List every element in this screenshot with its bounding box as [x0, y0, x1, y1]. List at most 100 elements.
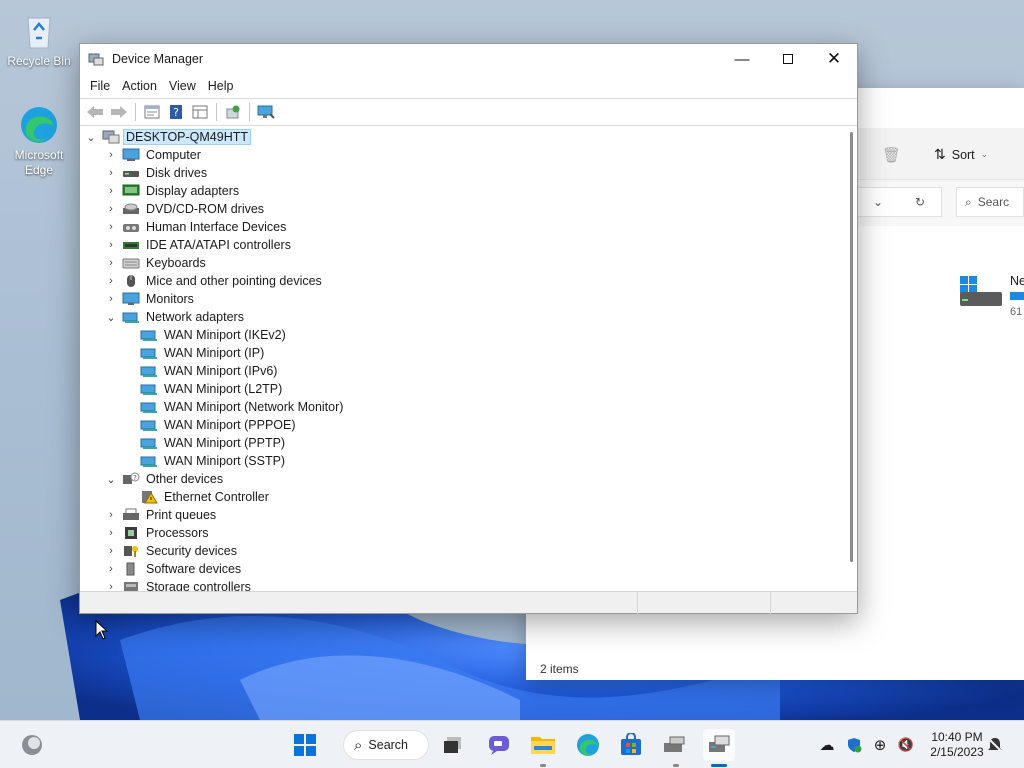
chevron-right-icon[interactable]: › [104, 256, 118, 270]
tree-device-wan-ip[interactable]: WAN Miniport (IP) [140, 344, 266, 362]
taskbar-search[interactable]: ⌕ Search [343, 730, 429, 760]
chevron-right-icon[interactable]: › [104, 202, 118, 216]
tree-device-ethernet-controller[interactable]: Ethernet Controller [140, 488, 271, 506]
menu-view[interactable]: View [163, 77, 202, 95]
tree-category-disk-drives[interactable]: › Disk drives [104, 164, 209, 182]
chat-icon [489, 736, 509, 755]
tree-category-hid[interactable]: › Human Interface Devices [104, 218, 288, 236]
maximize-button[interactable] [765, 44, 811, 74]
tree-category-keyboards[interactable]: › Keyboards [104, 254, 208, 272]
security-shield-icon[interactable] [844, 737, 864, 753]
address-field[interactable]: ⌄ ↻ [856, 187, 942, 217]
sort-button[interactable]: ⇅ Sort ⌄ [934, 146, 988, 163]
clock-date: 2/15/2023 [930, 745, 984, 759]
desktop-icon-edge[interactable]: Microsoft Edge [4, 104, 74, 178]
desktop-icon-recycle-bin[interactable]: Recycle Bin [4, 10, 74, 68]
monitor-icon [122, 292, 140, 305]
network-tool-taskbar-button[interactable] [659, 729, 691, 761]
tree-category-monitors[interactable]: › Monitors [104, 290, 196, 308]
drive-subtitle: 61 [1010, 306, 1023, 318]
security-device-icon [124, 546, 138, 557]
recycle-bin-label: Recycle Bin [7, 54, 71, 68]
menu-action[interactable]: Action [116, 77, 163, 95]
tree-category-storage-controllers[interactable]: › Storage controllers [104, 578, 253, 591]
category-label: DVD/CD-ROM drives [146, 202, 265, 216]
chevron-right-icon[interactable]: › [104, 562, 118, 576]
device-tree[interactable]: ⌄ DESKTOP-QM49HTT › Computer › Disk driv… [80, 127, 857, 591]
device-manager-taskbar-button[interactable] [703, 729, 735, 761]
tree-device-wan-pptp[interactable]: WAN Miniport (PPTP) [140, 434, 287, 452]
properties-button[interactable] [141, 101, 163, 123]
refresh-icon[interactable]: ↻ [915, 195, 925, 209]
start-button[interactable] [289, 729, 321, 761]
volume-muted-icon[interactable]: 🔇 [896, 737, 916, 753]
menu-file[interactable]: File [84, 77, 116, 95]
tree-category-network-adapters[interactable]: ⌄ Network adapters [104, 308, 246, 326]
update-driver-button[interactable] [222, 101, 244, 123]
widgets-button[interactable] [16, 729, 48, 761]
tree-root[interactable]: ⌄ DESKTOP-QM49HTT [84, 128, 252, 146]
onedrive-offline-icon[interactable]: ☁ [816, 736, 838, 754]
menu-help[interactable]: Help [202, 77, 240, 95]
file-explorer-taskbar-button[interactable] [527, 729, 559, 761]
chevron-down-icon[interactable]: ⌄ [873, 195, 883, 209]
explorer-search-input[interactable]: ⌕ Searc [956, 187, 1024, 217]
view-button[interactable] [189, 101, 211, 123]
clock[interactable]: 10:40 PM 2/15/2023 [922, 730, 992, 760]
tree-category-print-queues[interactable]: › Print queues [104, 506, 218, 524]
tree-device-wan-ipv6[interactable]: WAN Miniport (IPv6) [140, 362, 279, 380]
back-button[interactable] [84, 101, 106, 123]
tree-device-wan-network-monitor[interactable]: WAN Miniport (Network Monitor) [140, 398, 345, 416]
chevron-right-icon[interactable]: › [104, 292, 118, 306]
tree-device-wan-l2tp[interactable]: WAN Miniport (L2TP) [140, 380, 284, 398]
minimize-button[interactable]: — [719, 44, 765, 74]
tree-device-wan-sstp[interactable]: WAN Miniport (SSTP) [140, 452, 287, 470]
chevron-down-icon[interactable]: ⌄ [104, 310, 118, 324]
chevron-right-icon[interactable]: › [104, 526, 118, 540]
chevron-right-icon[interactable]: › [104, 238, 118, 252]
chevron-down-icon[interactable]: ⌄ [104, 472, 118, 486]
printer-icon [123, 508, 139, 520]
svg-text:?: ? [133, 474, 137, 482]
chevron-right-icon[interactable]: › [104, 508, 118, 522]
chevron-right-icon[interactable]: › [104, 148, 118, 162]
tree-category-security-devices[interactable]: › Security devices [104, 542, 239, 560]
chevron-right-icon[interactable]: › [104, 184, 118, 198]
tree-category-ide[interactable]: › IDE ATA/ATAPI controllers [104, 236, 293, 254]
tree-category-display-adapters[interactable]: › Display adapters [104, 182, 241, 200]
help-button[interactable]: ? [165, 101, 187, 123]
tree-category-mice[interactable]: › Mice and other pointing devices [104, 272, 324, 290]
chevron-right-icon[interactable]: › [104, 220, 118, 234]
root-label: DESKTOP-QM49HTT [122, 129, 252, 145]
drive-icon [960, 276, 1002, 306]
edge-taskbar-button[interactable] [572, 729, 604, 761]
globe-network-icon[interactable]: ⊕ [870, 736, 890, 754]
teams-chat-button[interactable] [483, 729, 515, 761]
store-taskbar-button[interactable] [615, 729, 647, 761]
tree-category-software-devices[interactable]: › Software devices [104, 560, 243, 578]
chevron-right-icon[interactable]: › [104, 274, 118, 288]
tree-category-other-devices[interactable]: ⌄ ? Other devices [104, 470, 225, 488]
chevron-right-icon[interactable]: › [104, 166, 118, 180]
close-button[interactable]: ✕ [811, 44, 857, 74]
chevron-down-icon[interactable]: ⌄ [84, 130, 98, 144]
explorer-drive-item[interactable]: Ne 61 [958, 274, 1024, 318]
task-view-button[interactable] [437, 729, 469, 761]
tree-category-processors[interactable]: › Processors [104, 524, 211, 542]
tree-device-wan-pppoe[interactable]: WAN Miniport (PPPOE) [140, 416, 298, 434]
tree-category-computer[interactable]: › Computer [104, 146, 203, 164]
tree-category-dvd-drives[interactable]: › DVD/CD-ROM drives [104, 200, 266, 218]
device-manager-window[interactable]: Device Manager — ✕ File Action View Help… [79, 43, 858, 614]
forward-button[interactable] [108, 101, 130, 123]
chevron-right-icon[interactable]: › [104, 544, 118, 558]
tree-device-wan-ikev2[interactable]: WAN Miniport (IKEv2) [140, 326, 288, 344]
notifications-button[interactable] [986, 729, 1004, 761]
scan-hardware-button[interactable] [255, 101, 277, 123]
edge-icon [18, 104, 60, 146]
file-explorer-icon [531, 737, 555, 754]
chevron-right-icon[interactable]: › [104, 580, 118, 591]
network-adapter-icon [140, 420, 157, 431]
delete-icon[interactable]: 🗑 [882, 146, 901, 164]
title-bar[interactable]: Device Manager — ✕ [80, 44, 857, 74]
vertical-scrollbar[interactable] [850, 132, 853, 562]
